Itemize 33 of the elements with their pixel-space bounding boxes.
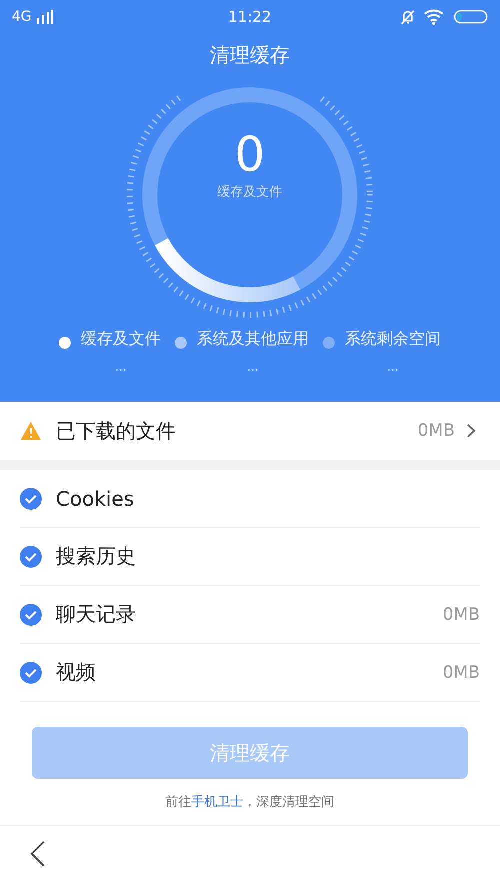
size-value: 0MB	[418, 421, 455, 441]
checkbox[interactable]	[20, 546, 42, 568]
checkbox[interactable]	[20, 488, 42, 510]
signal-icon	[36, 10, 54, 24]
checkbox[interactable]	[20, 604, 42, 626]
checkbox[interactable]	[20, 662, 42, 684]
legend-value: ...	[386, 360, 399, 374]
row-label: 已下载的文件	[56, 418, 177, 444]
chevron-right-icon	[467, 424, 476, 438]
ring-label: 缓存及文件	[218, 184, 282, 201]
legend-label: 系统剩余空间	[345, 329, 441, 350]
battery-icon	[454, 10, 488, 24]
item-label: 聊天记录	[56, 601, 137, 628]
hint-text: 前往手机卫士，深度清理空间	[164, 794, 336, 812]
security-link[interactable]: 手机卫士	[192, 795, 244, 810]
wifi-icon	[424, 9, 446, 25]
warning-icon	[20, 421, 42, 441]
legend-label: 缓存及文件	[81, 329, 161, 350]
mute-bell-icon	[400, 9, 416, 25]
network-type: 4G	[12, 9, 32, 25]
page-title: 清理缓存	[210, 42, 290, 69]
size-value: 0MB	[442, 662, 480, 682]
legend-value: ...	[114, 360, 127, 374]
size-value: 0MB	[442, 604, 480, 624]
item-label: 搜索历史	[56, 543, 137, 570]
legend-label: 系统及其他应用	[197, 329, 309, 350]
item-label: Cookies	[56, 486, 136, 510]
item-label: 视频	[56, 659, 97, 686]
status-time: 11:22	[227, 8, 273, 26]
legend-value: ...	[246, 360, 259, 374]
back-icon[interactable]	[30, 841, 46, 867]
downloads-row[interactable]: 已下载的文件 0MB	[0, 402, 500, 470]
cache-amount: 0	[234, 127, 266, 183]
